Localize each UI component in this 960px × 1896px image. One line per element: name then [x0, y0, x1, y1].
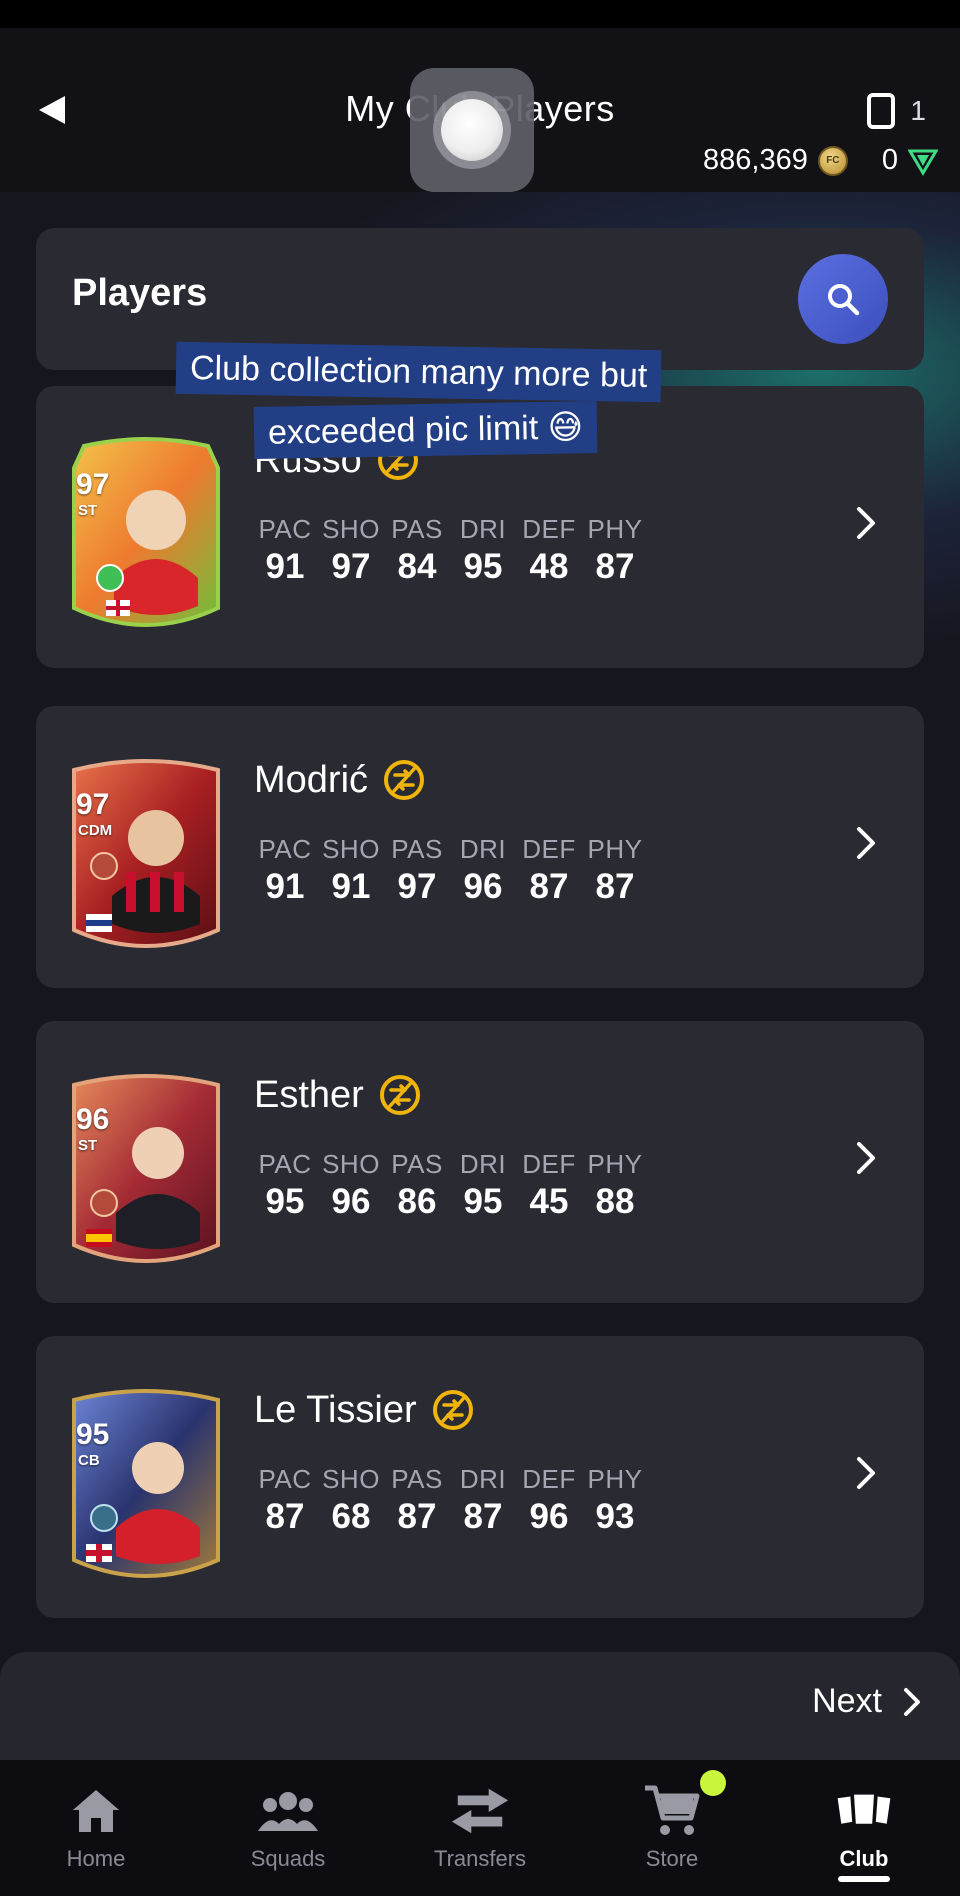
- active-tab-indicator: [838, 1876, 890, 1882]
- player-name-text: Le Tissier: [254, 1388, 417, 1431]
- stat-def: DEF 45: [522, 1149, 576, 1221]
- stat-pac: PAC 95: [258, 1149, 312, 1221]
- player-card-image: 97 CDM: [64, 748, 228, 958]
- nav-label: Transfers: [433, 1846, 527, 1871]
- stat-def: DEF 96: [522, 1464, 576, 1536]
- nav-squads[interactable]: Squads: [192, 1760, 384, 1896]
- coins-value: 886,369: [703, 144, 808, 176]
- screen-record-overlay: [410, 68, 534, 192]
- card-position: ST: [78, 502, 98, 519]
- stat-sho: SHO 96: [322, 1149, 380, 1221]
- card-rating: 96: [76, 1103, 110, 1136]
- notification-count: 1: [910, 95, 926, 126]
- stat-dri: DRI 95: [459, 1149, 507, 1221]
- stat-pac: PAC 91: [258, 834, 312, 906]
- player-row[interactable]: 96 ST Esther PAC 95 SHO 96 PAS 86 DRI 95 DEF…: [36, 1021, 924, 1303]
- store-icon: [642, 1784, 702, 1838]
- points-value: 0: [881, 144, 898, 176]
- next-button[interactable]: Next: [812, 1682, 922, 1721]
- chevron-right-icon: [904, 1687, 920, 1716]
- caption-line-2: exceeded pic limit 😅: [253, 401, 598, 459]
- currency-bar: 886,369 FC 0: [703, 144, 938, 177]
- stat-block: PAC 87 SHO 68 PAS 87 DRI 87 DEF 96 PHY 93: [252, 1464, 648, 1537]
- stat-block: PAC 95 SHO 96 PAS 86 DRI 95 DEF 45 PHY 88: [252, 1149, 648, 1222]
- player-row[interactable]: 97 CDM Modrić PAC 91 SHO 91 PAS 97 DRI 96 DE…: [36, 706, 924, 988]
- search-button[interactable]: [798, 254, 888, 344]
- home-icon: [66, 1784, 126, 1838]
- chevron-right-icon[interactable]: [848, 1133, 884, 1183]
- stat-pac: PAC 87: [258, 1464, 312, 1536]
- stat-block: PAC 91 SHO 97 PAS 84 DRI 95 DEF 48 PHY 87: [252, 514, 648, 587]
- coin-icon: FC: [817, 145, 848, 176]
- player-name: Modrić: [254, 758, 426, 802]
- card-position: CDM: [78, 822, 113, 839]
- stat-phy: PHY 93: [587, 1464, 643, 1536]
- player-card-image: 96 ST: [64, 1063, 228, 1273]
- search-icon: [828, 284, 860, 316]
- stat-block: PAC 91 SHO 91 PAS 97 DRI 96 DEF 87 PHY 87: [252, 834, 648, 907]
- player-name: Le Tissier: [254, 1388, 475, 1432]
- player-row[interactable]: 95 CB Le Tissier PAC 87 SHO 68 PAS 87 DRI 87…: [36, 1336, 924, 1618]
- untradeable-icon: [432, 1390, 473, 1430]
- card-rating: 95: [76, 1418, 110, 1451]
- stat-def: DEF 48: [522, 514, 576, 586]
- player-name-text: Modrić: [254, 758, 369, 801]
- squads-icon: [258, 1784, 318, 1838]
- nav-label: Store: [645, 1846, 699, 1871]
- stat-pas: PAS 87: [391, 1464, 443, 1536]
- chevron-right-icon[interactable]: [848, 1448, 884, 1498]
- stat-dri: DRI 96: [459, 834, 507, 906]
- player-name: Esther: [254, 1073, 422, 1117]
- player-name-text: Esther: [254, 1073, 364, 1116]
- stat-pas: PAS 86: [391, 1149, 443, 1221]
- stat-phy: PHY 88: [587, 1149, 643, 1221]
- stat-phy: PHY 87: [587, 514, 643, 586]
- stat-def: DEF 87: [522, 834, 576, 906]
- nav-club[interactable]: Club: [768, 1760, 960, 1896]
- nav-label: Home: [66, 1846, 126, 1871]
- stat-sho: SHO 68: [322, 1464, 380, 1536]
- stat-sho: SHO 97: [322, 514, 380, 586]
- stat-dri: DRI 95: [459, 514, 507, 586]
- stat-dri: DRI 87: [459, 1464, 507, 1536]
- player-card-image: 97 ST: [64, 428, 228, 638]
- caption-line-1: Club collection many more but: [175, 341, 662, 403]
- store-notification-dot: [700, 1770, 726, 1796]
- stat-sho: SHO 91: [322, 834, 380, 906]
- next-label: Next: [812, 1682, 882, 1720]
- stat-phy: PHY 87: [587, 834, 643, 906]
- nav-home[interactable]: Home: [0, 1760, 192, 1896]
- untradeable-icon: [384, 760, 425, 800]
- card-rating: 97: [76, 788, 110, 821]
- club-icon: [834, 1784, 894, 1838]
- notifications-button[interactable]: 1: [866, 92, 926, 130]
- player-card-image: 95 CB: [64, 1378, 228, 1588]
- untradeable-icon: [379, 1075, 420, 1115]
- card-position: CB: [78, 1452, 100, 1469]
- stat-pas: PAS 97: [391, 834, 443, 906]
- nav-label: Squads: [250, 1846, 326, 1871]
- nav-transfers[interactable]: Transfers: [384, 1760, 576, 1896]
- panel-title: Players: [72, 272, 208, 314]
- status-strip: [0, 0, 960, 28]
- card-rating: 97: [76, 468, 110, 501]
- card-position: ST: [78, 1137, 98, 1154]
- fc-points-icon: [908, 146, 938, 176]
- chevron-right-icon[interactable]: [848, 818, 884, 868]
- nav-label: Club: [839, 1846, 889, 1871]
- transfers-icon: [450, 1784, 510, 1838]
- chevron-right-icon[interactable]: [848, 498, 884, 548]
- bottom-nav: Home Squads Transfers Store Club: [0, 1760, 960, 1896]
- stat-pac: PAC 91: [258, 514, 312, 586]
- record-dot-icon: [441, 99, 503, 161]
- stat-pas: PAS 84: [391, 514, 443, 586]
- card-stack-icon: [867, 93, 896, 129]
- nav-store[interactable]: Store: [576, 1760, 768, 1896]
